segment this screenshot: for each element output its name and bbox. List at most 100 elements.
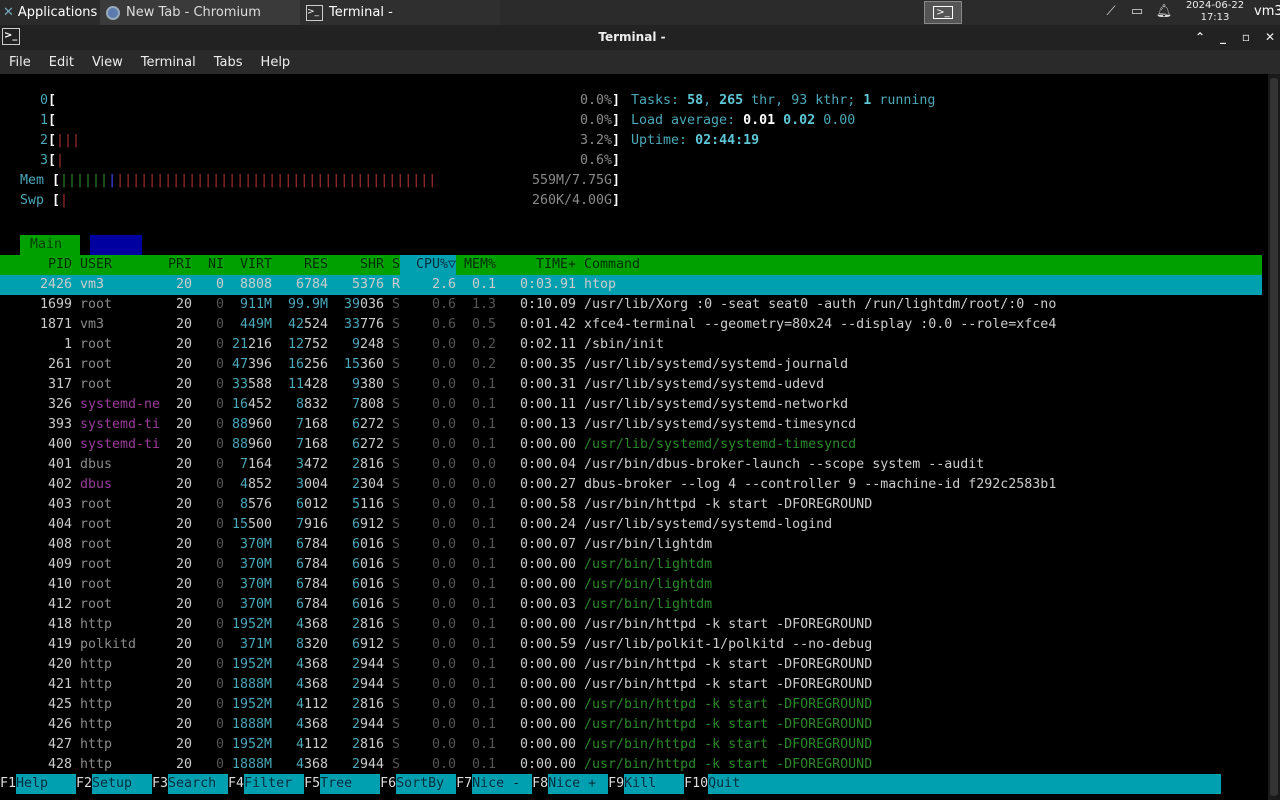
- window-shade-button[interactable]: ⌃: [1191, 28, 1209, 46]
- process-row[interactable]: 426 http 20 0 1888M 4368 2944 S 0.0 0.1 0:00.00/us…: [0, 715, 1262, 735]
- fkey-label-f4[interactable]: Filter: [244, 774, 305, 794]
- fkey-f4[interactable]: F4: [228, 774, 245, 794]
- column-header-virt[interactable]: VIRT: [224, 255, 272, 275]
- column-header-user[interactable]: USER: [72, 255, 168, 275]
- menu-file[interactable]: File: [0, 55, 40, 70]
- process-row[interactable]: 2426 vm3 20 0 8808 6784 5376 R 2.6 0.1 0:03.91 htop: [0, 275, 1262, 295]
- tab-main[interactable]: Main: [20, 235, 80, 255]
- column-header-pid[interactable]: PID: [0, 255, 72, 275]
- scrollbar-thumb[interactable]: [1270, 78, 1278, 796]
- fkey-label-f5[interactable]: Tree: [320, 774, 381, 794]
- cell-s: S: [391, 297, 400, 312]
- process-row[interactable]: 401 dbus 20 0 7164 3472 2816 S 0.0 0.0 0:00.04/usr…: [0, 455, 1262, 475]
- column-header-mem[interactable]: MEM%: [456, 255, 496, 275]
- clock[interactable]: 2024-06-22 17:13: [1180, 0, 1250, 24]
- process-row[interactable]: 393 systemd-ti 20 0 88960 7168 6272 S 0.0 0.1 0:00…: [0, 415, 1262, 435]
- process-row[interactable]: 1 root 20 0 21216 12752 9248 S 0.0 0.2 0:02.11/sbi…: [0, 335, 1262, 355]
- terminal-scrollbar[interactable]: [1268, 74, 1280, 800]
- network-off-icon[interactable]: ⟋: [1102, 4, 1120, 21]
- process-row[interactable]: 326 systemd-ne 20 0 16452 8832 7808 S 0.0 0.1 0:00…: [0, 395, 1262, 415]
- window-titlebar[interactable]: >_ Terminal - ⌃ _ ▫ ✕: [0, 25, 1280, 50]
- fkey-f8[interactable]: F8: [532, 774, 549, 794]
- fkey-f1[interactable]: F1: [0, 774, 17, 794]
- window-minimize-button[interactable]: _: [1214, 28, 1232, 46]
- fkey-label-f10[interactable]: Quit: [708, 774, 1222, 794]
- terminal-area[interactable]: 0[0.0%] 1[0.0%] 2[||| 3.2%] 3[| 0.6%] Mem[…: [0, 74, 1268, 800]
- fkey-label-f7[interactable]: Nice -: [472, 774, 533, 794]
- process-row[interactable]: 419 polkitd 20 0 371M 8320 6912 S 0.0 0.1 0:00.59 /…: [0, 635, 1262, 655]
- cell-shr: 2816: [351, 617, 384, 632]
- battery-icon[interactable]: ▭: [1128, 4, 1146, 21]
- fkey-label-f1[interactable]: Help: [16, 774, 77, 794]
- process-row[interactable]: 402 dbus 20 0 4852 3004 2304 S 0.0 0.0 0:00.27 dbus…: [0, 475, 1262, 495]
- process-row[interactable]: 409 root 20 0 370M 6784 6016 S 0.0 0.1 0:00.00/usr…: [0, 555, 1262, 575]
- cell-mem: 0.5: [471, 317, 496, 332]
- tab-io[interactable]: [90, 235, 142, 255]
- process-row[interactable]: 1871 vm3 20 0 449M 42524 33776 S 0.6 0.5 0:01.42 xf…: [0, 315, 1262, 335]
- cell-time: 0:00.07: [519, 537, 576, 552]
- process-row[interactable]: 428 http 20 0 1888M 4368 2944 S 0.0 0.1 0:00.00/us…: [0, 755, 1262, 775]
- column-header-cmd[interactable]: Command: [576, 255, 1176, 275]
- process-row[interactable]: 261 root 20 0 47396 16256 15360 S 0.0 0.2 0:00.35 /…: [0, 355, 1262, 375]
- process-row[interactable]: 410 root 20 0 370M 6784 6016 S 0.0 0.1 0:00.00/usr…: [0, 575, 1262, 595]
- column-header-s[interactable]: S: [384, 255, 400, 275]
- terminal-launcher-button[interactable]: >_: [924, 1, 962, 24]
- process-row[interactable]: 420 http 20 0 1952M 4368 2944 S 0.0 0.1 0:00.00/us…: [0, 655, 1262, 675]
- process-row[interactable]: 317 root 20 0 33588 11428 9380 S 0.0 0.1 0:00.31/u…: [0, 375, 1262, 395]
- cell-virt: 7164: [239, 457, 272, 472]
- cell-ni: 0: [215, 517, 224, 532]
- fkey-f6[interactable]: F6: [380, 774, 397, 794]
- process-row[interactable]: 403 root 20 0 8576 6012 5116 S 0.0 0.1 0:00.58/usr…: [0, 495, 1262, 515]
- fkey-label-f9[interactable]: Kill: [624, 774, 685, 794]
- process-row[interactable]: 412 root 20 0 370M 6784 6016 S 0.0 0.1 0:00.03/usr…: [0, 595, 1262, 615]
- process-row[interactable]: 400 systemd-ti 20 0 88960 7168 6272 S 0.0 0.1 0:00…: [0, 435, 1262, 455]
- menu-edit[interactable]: Edit: [40, 55, 83, 70]
- cell-s: S: [391, 397, 400, 412]
- fkey-f5[interactable]: F5: [304, 774, 321, 794]
- cell-pri: 20: [175, 497, 192, 512]
- applications-menu[interactable]: ✕ Applications: [0, 0, 97, 25]
- process-row[interactable]: 421 http 20 0 1888M 4368 2944 S 0.0 0.1 0:00.00/us…: [0, 675, 1262, 695]
- fkey-label-f6[interactable]: SortBy: [396, 774, 457, 794]
- process-row[interactable]: 427 http 20 0 1952M 4112 2816 S 0.0 0.1 0:00.00/us…: [0, 735, 1262, 755]
- window-maximize-button[interactable]: ▫: [1237, 28, 1255, 46]
- terminal-launcher-icon: >_: [933, 6, 953, 19]
- fkey-label-f2[interactable]: Setup: [92, 774, 153, 794]
- taskbar-chromium[interactable]: New Tab - Chromium: [100, 0, 300, 25]
- column-header-res[interactable]: RES: [272, 255, 328, 275]
- notification-bell-icon[interactable]: 🔔︎: [1155, 4, 1173, 21]
- cell-res: 3004: [295, 477, 328, 492]
- fkey-f10[interactable]: F10: [684, 774, 709, 794]
- menu-terminal[interactable]: Terminal: [132, 55, 205, 70]
- column-header-ni[interactable]: NI: [192, 255, 224, 275]
- fkey-f3[interactable]: F3: [152, 774, 169, 794]
- process-row[interactable]: 418 http 20 0 1952M 4368 2816 S 0.0 0.1 0:00.00/us…: [0, 615, 1262, 635]
- cell-pid: 418: [47, 617, 72, 632]
- cell-virt: 33588: [231, 377, 272, 392]
- column-header-shr[interactable]: SHR: [328, 255, 384, 275]
- process-table-header[interactable]: PID USER PRI NI VIRT RES SHR S CPU%▽ MEM% TIME+ Com…: [0, 255, 1262, 275]
- process-row[interactable]: 408 root 20 0 370M 6784 6016 S 0.0 0.1 0:00.07/usr…: [0, 535, 1262, 555]
- fkey-f7[interactable]: F7: [456, 774, 473, 794]
- cell-mem: 0.1: [471, 577, 496, 592]
- column-header-pri[interactable]: PRI: [168, 255, 192, 275]
- user-label[interactable]: vm3: [1254, 4, 1280, 19]
- cell-cpu: 0.0: [431, 617, 456, 632]
- window-close-button[interactable]: ✕: [1261, 28, 1279, 46]
- cell-ni: 0: [215, 577, 224, 592]
- fkey-f9[interactable]: F9: [608, 774, 625, 794]
- column-header-cpu[interactable]: CPU%▽: [400, 255, 456, 275]
- menu-help[interactable]: Help: [252, 55, 300, 70]
- menu-tabs[interactable]: Tabs: [205, 55, 252, 70]
- process-row[interactable]: 404 root 20 0 15500 7916 6912 S 0.0 0.1 0:00.24/us…: [0, 515, 1262, 535]
- taskbar-terminal[interactable]: >_ Terminal -: [300, 0, 500, 25]
- menu-view[interactable]: View: [83, 55, 132, 70]
- cell-pri: 20: [175, 577, 192, 592]
- column-header-time[interactable]: TIME+: [496, 255, 576, 275]
- fkey-label-f8[interactable]: Nice +: [548, 774, 609, 794]
- fkey-label-f3[interactable]: Search: [168, 774, 229, 794]
- process-row[interactable]: 1699 root 20 0 911M 99.9M 39036 S 0.6 1.3 0:10.09 /…: [0, 295, 1262, 315]
- fkey-f2[interactable]: F2: [76, 774, 93, 794]
- process-row[interactable]: 425 http 20 0 1952M 4112 2816 S 0.0 0.1 0:00.00/us…: [0, 695, 1262, 715]
- cell-shr: 6016: [351, 597, 384, 612]
